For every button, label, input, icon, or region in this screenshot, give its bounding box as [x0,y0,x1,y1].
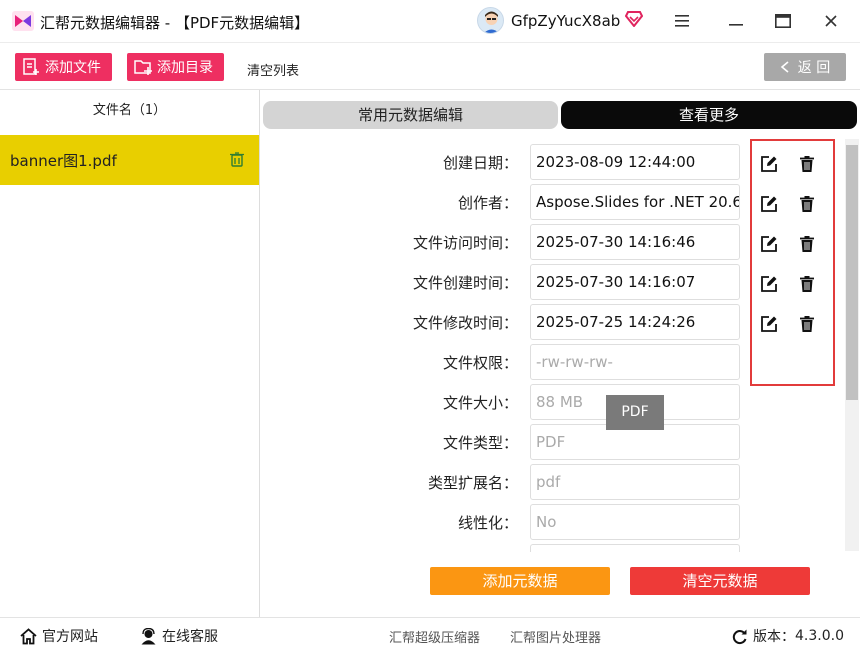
field-actions-box [750,139,835,386]
field-label: 文件创建时间： [412,274,518,292]
add-file-button[interactable]: 添加文件 [15,53,112,81]
back-button[interactable]: 返 回 [764,53,846,81]
version-info[interactable]: 版本： 4.3.0.0 [731,626,844,646]
file-list-header: 文件名（1） [92,103,167,118]
delete-icon[interactable] [798,235,816,253]
field-row-file-size: 文件大小： 88 MB [270,384,740,420]
tab-view-more[interactable]: 查看更多 [561,101,857,129]
field-label: 创作者： [457,194,518,212]
avatar[interactable] [477,7,504,34]
tab-common-metadata[interactable]: 常用元数据编辑 [263,101,558,129]
access-time-input[interactable]: 2025-07-30 14:16:46 [530,224,740,260]
maximize-button[interactable] [772,10,794,32]
delete-icon[interactable] [798,195,816,213]
add-directory-button[interactable]: 添加目录 [127,53,224,81]
delete-icon[interactable] [798,275,816,293]
file-created-input[interactable]: 2025-07-30 14:16:07 [530,264,740,300]
website-label: 官方网站 [42,629,98,645]
field-row-linearized: 线性化： No [270,504,740,540]
field-label: 文件大小： [442,394,518,412]
field-label: 类型扩展名： [427,474,518,492]
field-row-creator: 创作者： Aspose.Slides for .NET 20.6 [270,184,740,220]
add-file-label: 添加文件 [45,60,101,76]
vip-diamond-icon[interactable] [625,11,643,27]
scrollbar-thumb[interactable] [846,145,858,400]
refresh-icon [732,629,747,644]
file-modified-input[interactable]: 2025-07-25 14:24:26 [530,304,740,340]
image-tool-link[interactable]: 汇帮图片处理器 [510,627,601,646]
support-icon [141,627,156,644]
field-row-extension: 类型扩展名： pdf [270,464,740,500]
file-name: banner图1.pdf [10,152,117,170]
trash-icon[interactable] [229,151,245,167]
edit-icon[interactable] [760,315,778,333]
edit-icon[interactable] [760,235,778,253]
field-label: 文件修改时间： [412,314,518,332]
title-bar: 汇帮元数据编辑器 - 【PDF元数据编辑】 GfpZyYucX8ab [0,0,860,42]
clear-metadata-button[interactable]: 清空元数据 [630,567,810,595]
home-icon [20,627,37,644]
compressor-link[interactable]: 汇帮超级压缩器 [389,627,480,646]
support-link[interactable]: 在线客服 [140,626,218,646]
field-label: 创建日期： [442,154,518,172]
field-row-creation-date: 创建日期： 2023-08-09 12:44:00 [270,144,740,180]
file-list-panel: 文件名（1） banner图1.pdf [0,90,260,617]
minimize-button[interactable] [725,10,747,32]
menu-button[interactable] [671,10,693,32]
delete-icon[interactable] [798,315,816,333]
tooltip: PDF [606,395,664,430]
add-metadata-button[interactable]: 添加元数据 [430,567,610,595]
extension-field: pdf [530,464,740,500]
next-field-partial [530,544,740,552]
website-link[interactable]: 官方网站 [20,626,98,646]
close-icon [825,15,837,27]
close-button[interactable] [820,10,842,32]
maximize-icon [775,14,791,28]
hamburger-icon [675,15,689,27]
creation-date-input[interactable]: 2023-08-09 12:44:00 [530,144,740,180]
field-row-permissions: 文件权限： -rw-rw-rw- [270,344,740,380]
window-title: 汇帮元数据编辑器 - 【PDF元数据编辑】 [40,14,310,32]
delete-icon[interactable] [798,155,816,173]
field-row-access-time: 文件访问时间： 2025-07-30 14:16:46 [270,224,740,260]
edit-icon[interactable] [760,275,778,293]
creator-input[interactable]: Aspose.Slides for .NET 20.6 [530,184,740,220]
edit-icon[interactable] [760,155,778,173]
field-row-file-modified: 文件修改时间： 2025-07-25 14:24:26 [270,304,740,340]
clear-list-button[interactable]: 清空列表 [247,60,299,79]
field-label: 线性化： [457,514,518,532]
username[interactable]: GfpZyYucX8ab [511,12,620,30]
version-number: 4.3.0.0 [795,628,844,644]
add-folder-icon [134,60,152,75]
linearized-field: No [530,504,740,540]
minimize-icon [729,24,743,26]
avatar-icon [483,11,500,33]
status-bar: 官方网站 在线客服 汇帮超级压缩器 汇帮图片处理器 版本： 4.3.0.0 [0,617,860,650]
field-label: 文件类型： [442,434,518,452]
add-file-icon [23,58,39,75]
chevron-left-icon [780,61,789,73]
back-label: 返 回 [797,60,831,76]
field-row-file-created: 文件创建时间： 2025-07-30 14:16:07 [270,264,740,300]
app-logo-icon [12,11,34,31]
field-label: 文件访问时间： [412,234,518,252]
permissions-field: -rw-rw-rw- [530,344,740,380]
toolbar: 添加文件 添加目录 清空列表 返 回 [0,42,860,90]
field-row-file-type: 文件类型： PDF [270,424,740,460]
file-list-item[interactable]: banner图1.pdf [0,135,259,185]
field-label: 文件权限： [442,354,518,372]
support-label: 在线客服 [162,629,218,645]
version-label: 版本： [753,629,795,645]
edit-icon[interactable] [760,195,778,213]
add-directory-label: 添加目录 [157,60,213,76]
